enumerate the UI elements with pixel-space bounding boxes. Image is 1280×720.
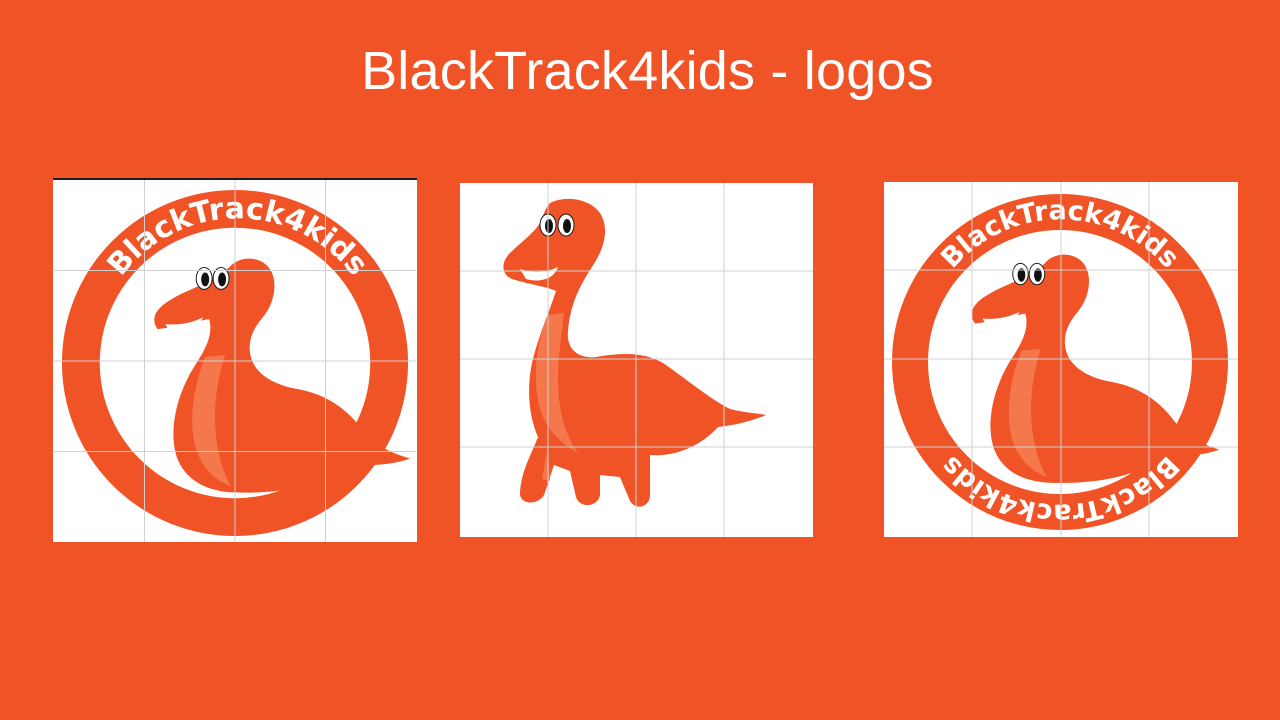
- circle-badge-logo: BlackTrack4kids: [54, 180, 416, 542]
- slide-title: BlackTrack4kids - logos: [361, 41, 934, 101]
- dinosaur-icon: [460, 183, 813, 537]
- logo-card-dinosaur[interactable]: [460, 183, 813, 537]
- logo-card-circle-badge[interactable]: BlackTrack4kids: [53, 178, 417, 542]
- logo-card-double-text-badge[interactable]: BlackTrack4kids BlackTrack4kids: [884, 182, 1238, 537]
- double-text-badge-logo: BlackTrack4kids BlackTrack4kids: [884, 182, 1238, 537]
